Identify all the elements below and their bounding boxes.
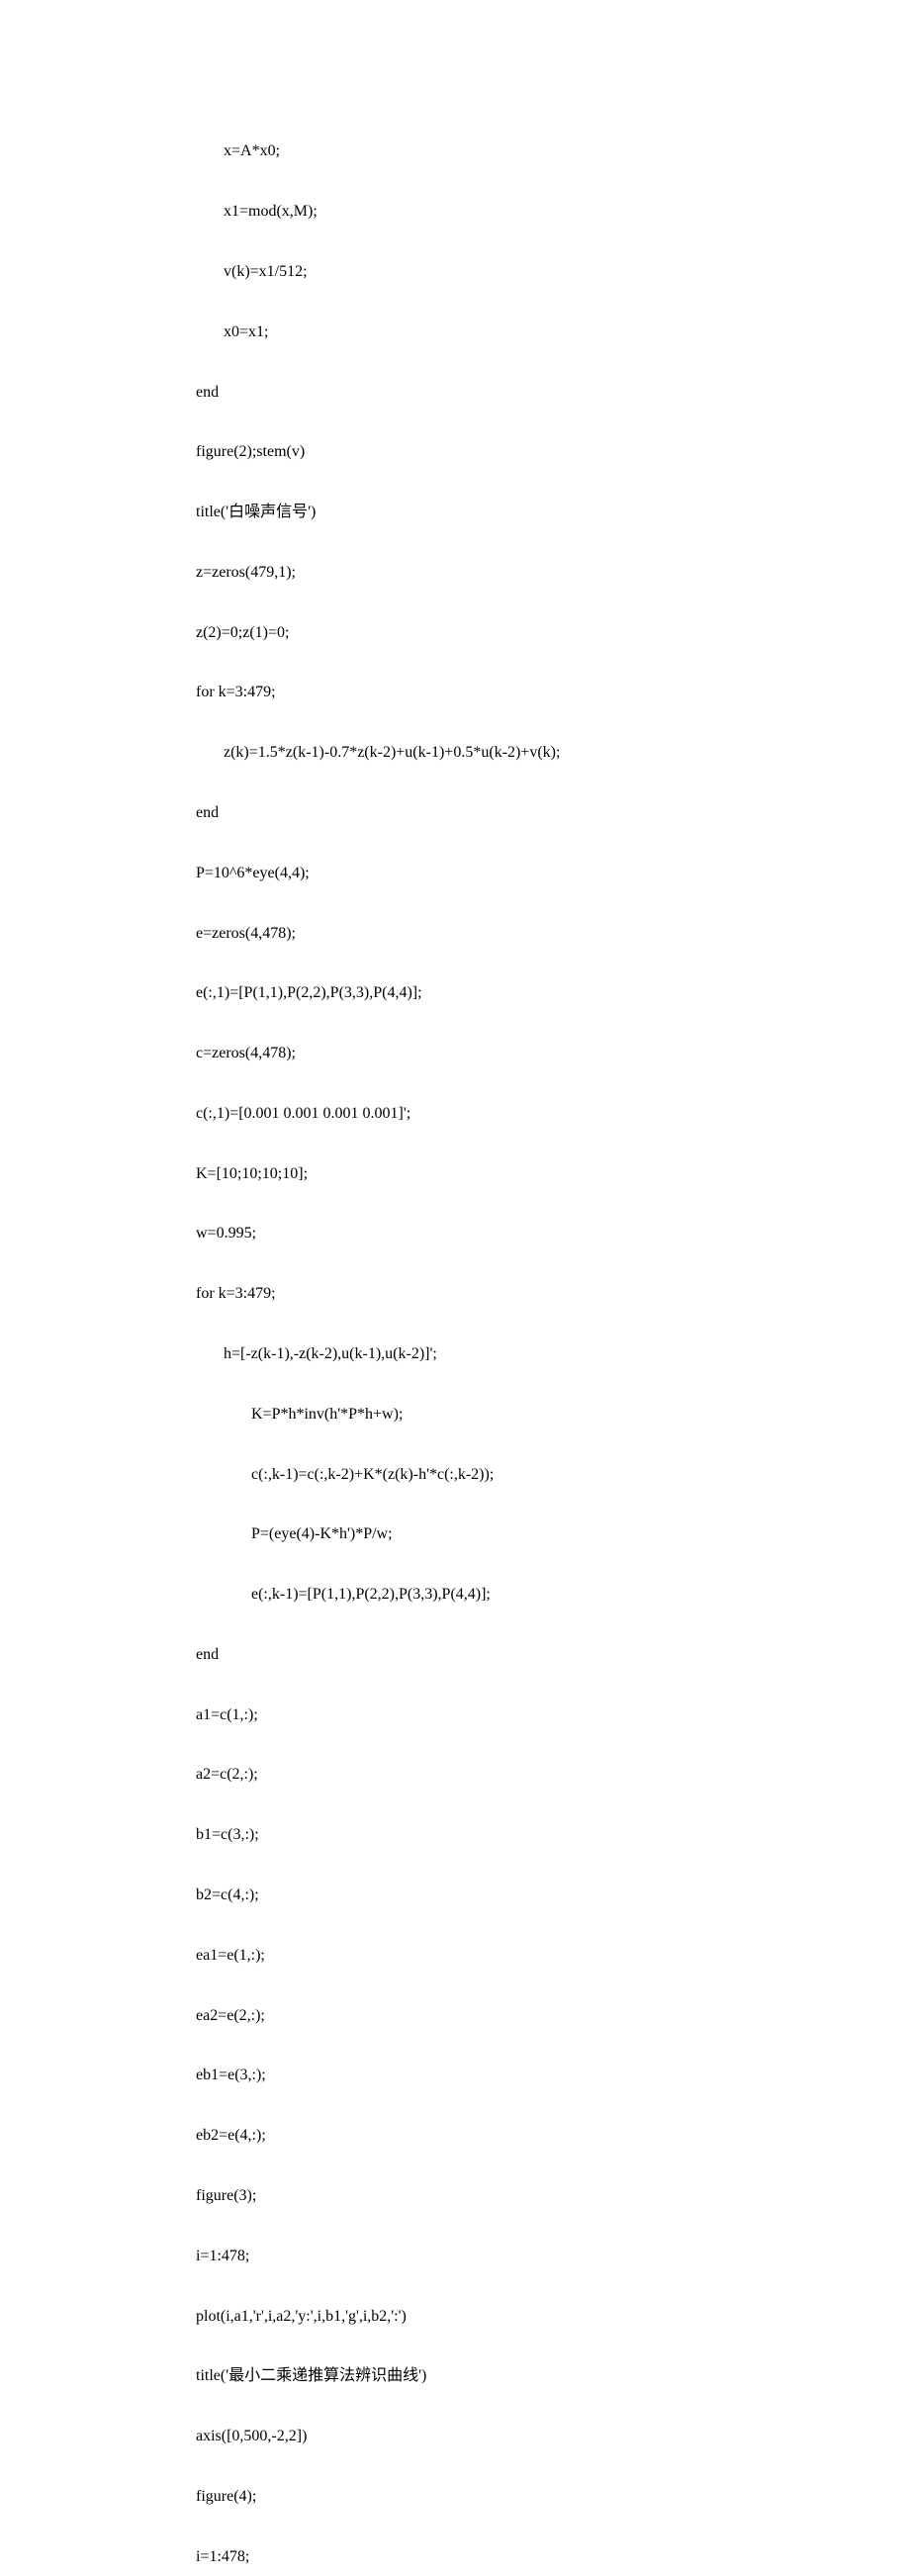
code-line: h=[-z(k-1),-z(k-2),u(k-1),u(k-2)]'; (196, 1339, 910, 1369)
code-line: e=zeros(4,478); (196, 919, 910, 949)
code-line: z=zeros(479,1); (196, 558, 910, 588)
code-line: b1=c(3,:); (196, 1820, 910, 1850)
code-line: w=0.995; (196, 1219, 910, 1248)
code-line: P=(eye(4)-K*h')*P/w; (196, 1519, 910, 1549)
code-line: figure(3); (196, 2181, 910, 2211)
code-line: x0=x1; (196, 318, 910, 347)
code-line: a2=c(2,:); (196, 1760, 910, 1790)
code-line: x1=mod(x,M); (196, 197, 910, 227)
code-line: c=zeros(4,478); (196, 1039, 910, 1068)
code-line: P=10^6*eye(4,4); (196, 859, 910, 888)
code-line: K=[10;10;10;10]; (196, 1159, 910, 1189)
code-line: a1=c(1,:); (196, 1701, 910, 1730)
code-line: e(:,1)=[P(1,1),P(2,2),P(3,3),P(4,4)]; (196, 978, 910, 1008)
code-line: eb1=e(3,:); (196, 2061, 910, 2090)
code-line: z(2)=0;z(1)=0; (196, 618, 910, 648)
code-line: eb2=e(4,:); (196, 2121, 910, 2151)
code-line: c(:,1)=[0.001 0.001 0.001 0.001]'; (196, 1099, 910, 1129)
code-line: x=A*x0; (196, 137, 910, 166)
code-line: K=P*h*inv(h'*P*h+w); (196, 1400, 910, 1429)
code-line: c(:,k-1)=c(:,k-2)+K*(z(k)-h'*c(:,k-2)); (196, 1460, 910, 1490)
code-line: figure(4); (196, 2482, 910, 2512)
code-line: end (196, 1640, 910, 1670)
code-line: ea2=e(2,:); (196, 2001, 910, 2031)
code-line: v(k)=x1/512; (196, 257, 910, 287)
code-line: ea1=e(1,:); (196, 1941, 910, 1971)
code-line: b2=c(4,:); (196, 1881, 910, 1910)
code-line: for k=3:479; (196, 1279, 910, 1309)
code-line: end (196, 798, 910, 828)
code-line: figure(2);stem(v) (196, 437, 910, 467)
code-line: for k=3:479; (196, 678, 910, 707)
code-line: i=1:478; (196, 2542, 910, 2572)
code-listing: x=A*x0; x1=mod(x,M); v(k)=x1/512; x0=x1;… (196, 107, 910, 2576)
code-line: title('最小二乘递推算法辨识曲线') (196, 2361, 910, 2391)
code-line: i=1:478; (196, 2242, 910, 2271)
code-line: e(:,k-1)=[P(1,1),P(2,2),P(3,3),P(4,4)]; (196, 1580, 910, 1610)
code-line: title('白噪声信号') (196, 498, 910, 527)
code-line: axis([0,500,-2,2]) (196, 2422, 910, 2451)
code-line: plot(i,a1,'r',i,a2,'y:',i,b1,'g',i,b2,':… (196, 2302, 910, 2332)
code-line: end (196, 378, 910, 408)
code-line: z(k)=1.5*z(k-1)-0.7*z(k-2)+u(k-1)+0.5*u(… (196, 738, 910, 768)
